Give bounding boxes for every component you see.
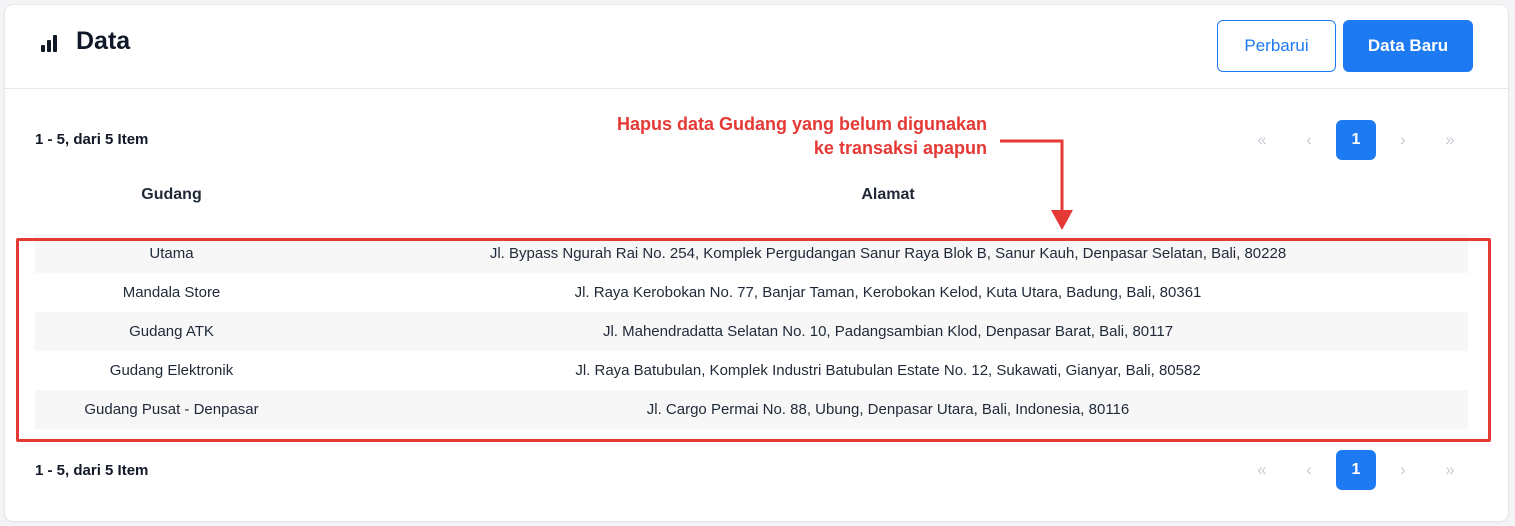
first-page-button[interactable]: « (1242, 120, 1282, 160)
bar-chart-icon (41, 32, 61, 52)
last-page-button[interactable]: » (1430, 450, 1470, 490)
prev-page-button[interactable]: ‹ (1289, 450, 1329, 490)
prev-page-button[interactable]: ‹ (1289, 120, 1329, 160)
cell-alamat: Jl. Bypass Ngurah Rai No. 254, Komplek P… (489, 245, 1287, 262)
table-row[interactable]: Mandala Store Jl. Raya Kerobokan No. 77,… (35, 273, 1468, 312)
cell-alamat: Jl. Mahendradatta Selatan No. 10, Padang… (602, 323, 1174, 340)
table-row[interactable]: Gudang Elektronik Jl. Raya Batubulan, Ko… (35, 351, 1468, 390)
cell-gudang: Gudang Pusat - Denpasar (84, 401, 259, 418)
cell-alamat: Jl. Raya Batubulan, Komplek Industri Bat… (575, 362, 1201, 379)
item-summary-top: 1 - 5, dari 5 Item (35, 131, 149, 148)
column-header-alamat[interactable]: Alamat (308, 186, 1468, 204)
next-page-button[interactable]: › (1383, 450, 1423, 490)
cell-alamat: Jl. Cargo Permai No. 88, Ubung, Denpasar… (646, 401, 1130, 418)
next-page-button[interactable]: › (1383, 120, 1423, 160)
table-row[interactable]: Gudang Pusat - Denpasar Jl. Cargo Permai… (35, 390, 1468, 429)
cell-alamat: Jl. Raya Kerobokan No. 77, Banjar Taman,… (574, 284, 1202, 301)
table-row[interactable]: Gudang ATK Jl. Mahendradatta Selatan No.… (35, 312, 1468, 351)
new-data-button[interactable]: Data Baru (1343, 20, 1473, 72)
table-header: Gudang Alamat (35, 174, 1468, 216)
table-body: Utama Jl. Bypass Ngurah Rai No. 254, Kom… (35, 234, 1468, 429)
card-header: Data Perbarui Data Baru (5, 5, 1508, 89)
pagination-top: « ‹ 1 › » (1242, 120, 1477, 160)
column-header-gudang[interactable]: Gudang (35, 186, 308, 204)
first-page-button[interactable]: « (1242, 450, 1282, 490)
item-summary-bottom: 1 - 5, dari 5 Item (35, 462, 149, 479)
cell-gudang: Gudang Elektronik (109, 362, 234, 379)
annotation-line-1: Hapus data Gudang yang belum digunakan (616, 114, 987, 134)
pagination-bottom: « ‹ 1 › » (1242, 450, 1477, 490)
page-1-button[interactable]: 1 (1336, 120, 1376, 160)
refresh-button[interactable]: Perbarui (1217, 20, 1336, 72)
annotation-note: Hapus data Gudang yang belum digunakan k… (617, 112, 987, 160)
cell-gudang: Mandala Store (122, 284, 221, 301)
annotation-line-2: ke transaksi apapun (813, 138, 987, 158)
page-1-button[interactable]: 1 (1336, 450, 1376, 490)
warehouse-table: Gudang Alamat Utama Jl. Bypass Ngurah Ra… (35, 174, 1468, 429)
last-page-button[interactable]: » (1430, 120, 1470, 160)
cell-gudang: Gudang ATK (129, 323, 214, 340)
table-row[interactable]: Utama Jl. Bypass Ngurah Rai No. 254, Kom… (35, 234, 1468, 273)
page-title: Data (76, 27, 131, 55)
title-wrap: Data (41, 27, 130, 56)
cell-gudang: Utama (149, 245, 194, 262)
